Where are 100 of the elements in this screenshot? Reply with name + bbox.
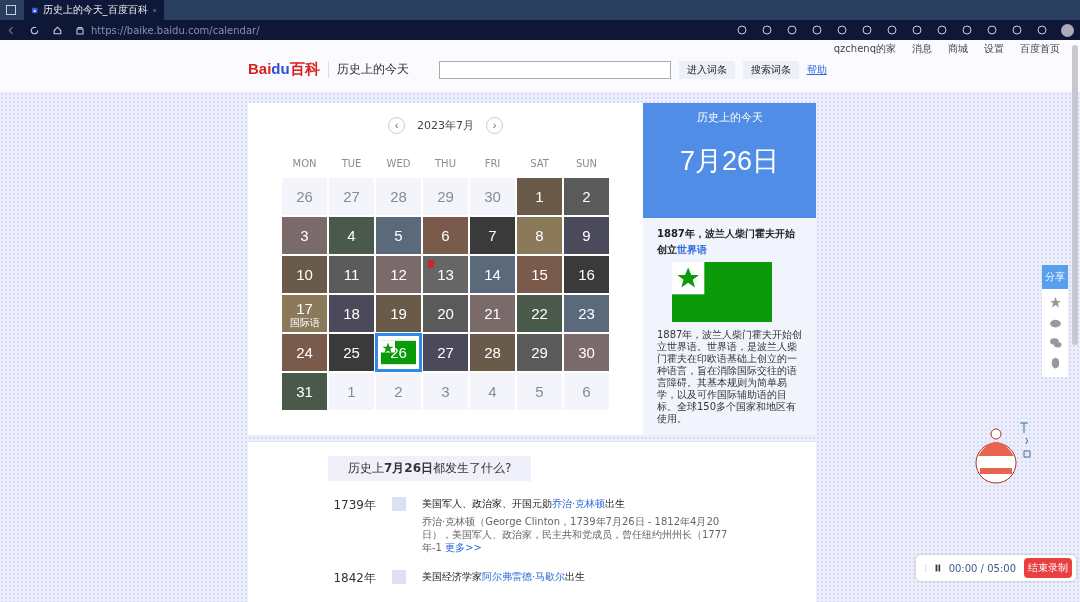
calendar-day[interactable]: 13 <box>422 255 469 294</box>
page-title: 历史上的今天 <box>327 61 409 78</box>
calendar-day[interactable]: 19 <box>375 294 422 333</box>
header-link[interactable]: 设置 <box>984 42 1004 56</box>
help-link[interactable]: 帮助 <box>806 62 827 77</box>
calendar-day[interactable]: 22 <box>516 294 563 333</box>
calendar-day[interactable]: 5 <box>375 216 422 255</box>
baike-logo[interactable]: Baidu百科 <box>248 60 320 79</box>
toolbar-icon[interactable] <box>886 24 898 36</box>
calendar-day[interactable]: 12 <box>375 255 422 294</box>
header-link[interactable]: 消息 <box>912 42 932 56</box>
toolbar-icon[interactable] <box>836 24 848 36</box>
pause-icon[interactable] <box>934 563 941 573</box>
star-icon[interactable] <box>1048 296 1062 309</box>
calendar-day[interactable]: 16 <box>563 255 610 294</box>
window-menu-icon[interactable] <box>6 5 16 15</box>
search-field[interactable] <box>438 60 671 79</box>
user-name-link[interactable]: qzchenq的家 <box>833 42 896 56</box>
calendar-day[interactable]: 27 <box>328 177 375 216</box>
section-heading: 历史上7月26日都发生了什么? <box>328 456 532 481</box>
day-number: 10 <box>296 266 313 283</box>
calendar-day[interactable]: 20 <box>422 294 469 333</box>
next-month-button[interactable]: › <box>486 117 503 134</box>
calendar-day[interactable]: 9 <box>563 216 610 255</box>
day-number: 11 <box>343 266 360 283</box>
day-number: 31 <box>296 383 313 400</box>
search-button[interactable]: 搜索词条 <box>742 60 799 79</box>
weekday-label: TUE <box>340 158 363 171</box>
calendar-day[interactable]: 24 <box>281 333 328 372</box>
search-button[interactable]: 进入词条 <box>678 60 735 79</box>
calendar-day[interactable]: 30 <box>563 333 610 372</box>
calendar-day[interactable]: 3 <box>281 216 328 255</box>
calendar-day[interactable]: 3 <box>422 372 469 411</box>
more-link[interactable]: 更多>> <box>445 542 482 553</box>
avatar-icon[interactable] <box>1061 23 1074 37</box>
reload-icon[interactable] <box>29 24 40 36</box>
toolbar-icon[interactable] <box>736 24 748 36</box>
day-number: 2 <box>582 188 591 205</box>
weekday-label: WED <box>385 158 412 171</box>
calendar-day[interactable]: 17 国际语 <box>281 294 328 333</box>
day-number: 5 <box>535 383 544 400</box>
calendar-day[interactable]: 30 <box>469 177 516 216</box>
day-number: 1 <box>535 188 544 205</box>
event-year: 1842年 <box>332 570 376 587</box>
weekday-label: THU <box>434 158 457 171</box>
calendar-day[interactable]: 5 <box>516 372 563 411</box>
calendar-day[interactable]: 27 <box>422 333 469 372</box>
weekday-label: FRI <box>483 158 502 171</box>
toolbar-icon[interactable] <box>1036 24 1048 36</box>
toolbar-icon[interactable] <box>911 24 923 36</box>
header-link[interactable]: 百度首页 <box>1020 42 1060 56</box>
calendar-day[interactable]: 21 <box>469 294 516 333</box>
calendar-day[interactable]: 28 <box>469 333 516 372</box>
day-number: 18 <box>343 305 360 322</box>
day-number: 25 <box>343 344 360 361</box>
calendar-day[interactable]: 6 <box>563 372 610 411</box>
day-number: 5 <box>394 227 403 244</box>
toolbar-icon[interactable] <box>811 24 823 36</box>
day-number: 6 <box>441 227 450 244</box>
calendar-day[interactable]: 31 <box>281 372 328 411</box>
stop-recording-button[interactable]: 结束录制 <box>1024 558 1072 578</box>
browser-tab[interactable]: 历史上的今天_百度百科 <box>24 0 164 20</box>
calendar-day[interactable]: 4 <box>328 216 375 255</box>
calendar-day[interactable]: 11 <box>328 255 375 294</box>
toolbar-icon[interactable] <box>1011 24 1023 36</box>
calendar-day[interactable]: 1 <box>516 177 563 216</box>
calendar-day[interactable]: 8 <box>516 216 563 255</box>
calendar-day[interactable]: 10 <box>281 255 328 294</box>
calendar-day[interactable]: 2 <box>563 177 610 216</box>
calendar-day[interactable]: 28 <box>375 177 422 216</box>
scrollbar[interactable] <box>1072 45 1078 345</box>
toolbar-icon[interactable] <box>961 24 973 36</box>
calendar-day[interactable]: 29 <box>422 177 469 216</box>
prev-month-button[interactable]: ‹ <box>388 117 405 134</box>
close-icon[interactable] <box>152 6 156 14</box>
toolbar-icon[interactable] <box>761 24 773 36</box>
chat-icon[interactable] <box>1048 336 1062 349</box>
toolbar-icon[interactable] <box>786 24 798 36</box>
toolbar-icon[interactable] <box>936 24 948 36</box>
topic-link[interactable]: 世界语 <box>677 244 707 255</box>
day-number: 7 <box>488 227 497 244</box>
calendar-day[interactable]: 1 <box>328 372 375 411</box>
toolbar-icon[interactable] <box>861 24 873 36</box>
person-link[interactable]: 乔治·克林顿 <box>552 498 606 509</box>
calendar-day[interactable]: 4 <box>469 372 516 411</box>
calendar-day[interactable]: 14 <box>469 255 516 294</box>
calendar-day[interactable]: 15 <box>516 255 563 294</box>
person-link[interactable]: 阿尔弗雷德·马歇尔 <box>482 571 566 582</box>
calendar-day[interactable]: 18 <box>328 294 375 333</box>
home-icon[interactable] <box>52 24 63 36</box>
toolbar-icon[interactable] <box>986 24 998 36</box>
header-link[interactable]: 商城 <box>948 42 968 56</box>
calendar-day[interactable]: 2 <box>375 372 422 411</box>
calendar-day[interactable]: 7 <box>469 216 516 255</box>
calendar-day[interactable]: 23 <box>563 294 610 333</box>
calendar-day[interactable]: 29 <box>516 333 563 372</box>
calendar-day[interactable]: 6 <box>422 216 469 255</box>
calendar-day[interactable]: 25 <box>328 333 375 372</box>
calendar-day[interactable]: 26 <box>281 177 328 216</box>
day-number: 30 <box>484 188 501 205</box>
